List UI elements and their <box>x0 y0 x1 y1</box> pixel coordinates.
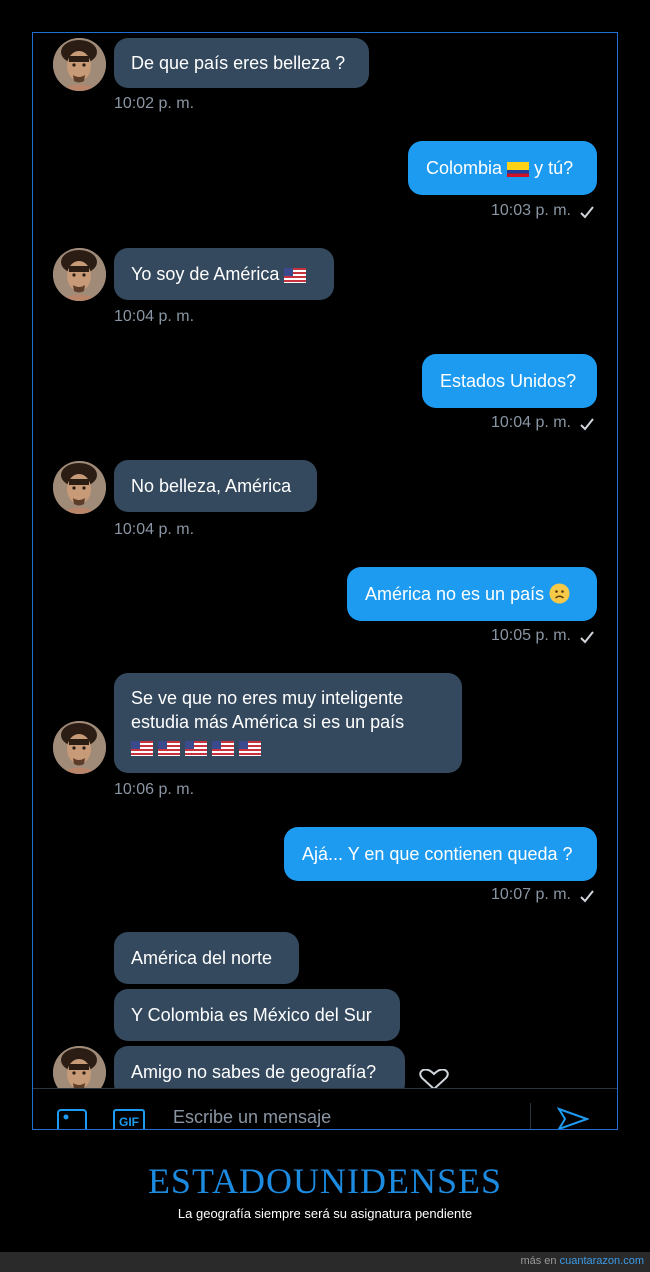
site-link[interactable]: cuantarazon.com <box>560 1255 644 1267</box>
message-bubble-incoming[interactable]: Yo soy de América <box>114 248 334 300</box>
us-flag-icon <box>212 741 234 756</box>
message-text-line: estudia más América si es un país <box>131 712 405 732</box>
us-flag-icon <box>158 741 180 756</box>
contact-avatar[interactable] <box>53 248 106 301</box>
chat-window: De que país eres belleza ? 10:02 p. m. C… <box>32 32 618 1130</box>
message-time: 10:04 p. m. <box>114 521 195 538</box>
footer-bar: más en cuantarazon.com <box>0 1252 650 1272</box>
message-bubble-incoming[interactable]: No belleza, América <box>114 460 317 512</box>
message-text: De que país eres belleza ? <box>131 53 346 73</box>
us-flag-icon <box>284 268 306 283</box>
read-check-icon <box>579 888 595 904</box>
message-time: 10:04 p. m. <box>114 308 195 325</box>
message-bubble-incoming[interactable]: Y Colombia es México del Sur <box>114 989 400 1041</box>
message-text: No belleza, América <box>131 476 292 496</box>
read-check-icon <box>579 204 595 220</box>
message-text: Ajá... Y en que contienen queda ? <box>302 844 573 864</box>
message-bubble-outgoing[interactable]: Colombia y tú? <box>408 141 597 195</box>
image-icon[interactable] <box>57 1109 87 1130</box>
us-flag-icon <box>239 741 261 756</box>
message-text-end: y tú? <box>534 158 574 178</box>
message-text: Colombia <box>426 158 503 178</box>
frowning-face-icon <box>549 583 570 604</box>
contact-avatar[interactable] <box>53 38 106 91</box>
message-time: 10:07 p. m. <box>490 886 571 903</box>
caption-title: ESTADOUNIDENSES <box>147 1161 503 1201</box>
contact-avatar[interactable] <box>53 461 106 514</box>
message-bubble-incoming[interactable]: Se ve que no eres muy inteligente estudi… <box>114 673 462 773</box>
us-flag-icon <box>185 741 207 756</box>
caption-subtitle: La geografía siempre será su asignatura … <box>177 1206 473 1221</box>
message-time: 10:03 p. m. <box>490 202 571 219</box>
gif-button[interactable]: GIF <box>113 1109 145 1129</box>
message-text: América del norte <box>131 948 273 968</box>
send-icon[interactable] <box>557 1107 589 1130</box>
contact-avatar[interactable] <box>53 721 106 774</box>
read-check-icon <box>579 629 595 645</box>
message-bubble-incoming[interactable]: América del norte <box>114 932 299 984</box>
us-flag-icon <box>131 741 153 756</box>
message-bubble-outgoing[interactable]: Estados Unidos? <box>422 354 597 408</box>
message-composer: GIF Escribe un mensaje <box>33 1088 617 1130</box>
message-time: 10:05 p. m. <box>490 627 571 644</box>
flags-row <box>131 738 445 753</box>
read-check-icon <box>579 416 595 432</box>
message-text: América no es un país <box>365 584 545 604</box>
message-time: 10:06 p. m. <box>114 781 195 798</box>
message-text: Yo soy de América <box>131 264 280 284</box>
message-bubble-outgoing[interactable]: Ajá... Y en que contienen queda ? <box>284 827 597 881</box>
message-bubble-incoming[interactable]: De que país eres belleza ? <box>114 38 369 88</box>
composer-divider <box>530 1103 531 1129</box>
colombia-flag-icon <box>507 162 529 177</box>
message-time: 10:02 p. m. <box>114 95 195 112</box>
message-bubble-outgoing[interactable]: América no es un país <box>347 567 597 621</box>
message-text: Y Colombia es México del Sur <box>131 1005 372 1025</box>
footer-text: más en cuantarazon.com <box>520 1255 644 1267</box>
footer-prefix: más en <box>520 1255 557 1267</box>
message-input[interactable]: Escribe un mensaje <box>173 1107 331 1128</box>
message-text-line: Se ve que no eres muy inteligente <box>131 688 404 708</box>
heart-icon[interactable] <box>418 1069 450 1089</box>
message-text: Amigo no sabes de geografía? <box>131 1062 377 1082</box>
message-text: Estados Unidos? <box>440 371 577 391</box>
caption-block: ESTADOUNIDENSES La geografía siempre ser… <box>0 1160 650 1221</box>
message-time: 10:04 p. m. <box>490 414 571 431</box>
